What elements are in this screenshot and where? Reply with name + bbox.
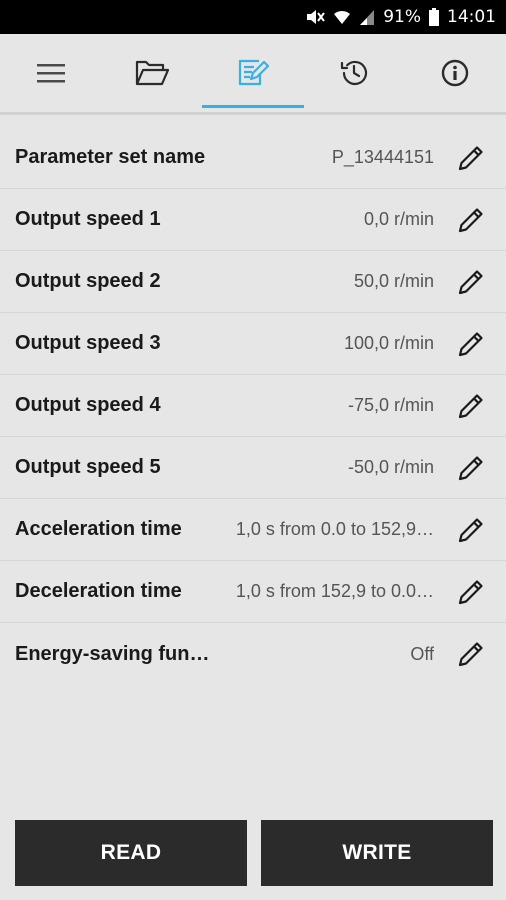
- parameter-label: Output speed 1: [15, 208, 161, 230]
- tab-bar: [0, 34, 506, 112]
- parameter-row-acceleration-time[interactable]: Acceleration time 1,0 s from 0.0 to 152,…: [0, 499, 506, 561]
- pencil-icon[interactable]: [450, 633, 492, 675]
- parameter-value: 1,0 s from 0.0 to 152,9…: [235, 519, 434, 539]
- clock: 14:01: [447, 7, 496, 27]
- pencil-icon[interactable]: [450, 137, 492, 179]
- history-icon: [339, 58, 369, 88]
- tab-info[interactable]: [405, 34, 506, 112]
- pencil-icon[interactable]: [450, 323, 492, 365]
- parameter-label: Output speed 2: [15, 270, 161, 292]
- parameter-value: -75,0 r/min: [347, 395, 434, 415]
- parameter-row-output-speed-3[interactable]: Output speed 3 100,0 r/min: [0, 313, 506, 375]
- parameter-value: 1,0 s from 152,9 to 0.0…: [235, 581, 434, 601]
- write-button[interactable]: WRITE: [261, 820, 493, 886]
- parameter-value: 0,0 r/min: [363, 209, 434, 229]
- pencil-icon[interactable]: [450, 385, 492, 427]
- tab-open[interactable]: [101, 34, 202, 112]
- parameter-row-set-name[interactable]: Parameter set name P_13444151: [0, 127, 506, 189]
- parameter-label: Output speed 4: [15, 394, 161, 416]
- wifi-icon: [333, 8, 351, 26]
- pencil-icon[interactable]: [450, 509, 492, 551]
- parameter-row-output-speed-1[interactable]: Output speed 1 0,0 r/min: [0, 189, 506, 251]
- parameter-label: Output speed 3: [15, 332, 161, 354]
- parameter-label: Deceleration time: [15, 580, 182, 602]
- parameter-value: 50,0 r/min: [353, 271, 434, 291]
- tab-history[interactable]: [304, 34, 405, 112]
- parameter-row-energy-saving[interactable]: Energy-saving fun… Off: [0, 623, 506, 685]
- parameter-value: P_13444151: [331, 147, 434, 167]
- parameter-row-deceleration-time[interactable]: Deceleration time 1,0 s from 152,9 to 0.…: [0, 561, 506, 623]
- parameter-row-output-speed-5[interactable]: Output speed 5 -50,0 r/min: [0, 437, 506, 499]
- parameter-row-output-speed-2[interactable]: Output speed 2 50,0 r/min: [0, 251, 506, 313]
- parameter-label: Parameter set name: [15, 146, 206, 168]
- parameter-list: Parameter set name P_13444151 Output spe…: [0, 127, 506, 685]
- tab-bar-divider: [0, 112, 506, 115]
- pencil-icon[interactable]: [450, 447, 492, 489]
- parameter-label: Energy-saving fun…: [15, 642, 210, 665]
- pencil-icon[interactable]: [450, 571, 492, 613]
- status-bar: 91% 14:01: [0, 0, 506, 34]
- signal-icon: [359, 8, 375, 26]
- folder-open-icon: [135, 59, 169, 87]
- parameter-value: Off: [410, 643, 434, 664]
- read-button[interactable]: READ: [15, 820, 247, 886]
- tab-menu[interactable]: [0, 34, 101, 112]
- battery-percent: 91%: [383, 7, 421, 27]
- edit-parameters-icon: [237, 58, 269, 88]
- parameter-label: Acceleration time: [15, 518, 182, 540]
- parameter-value: 100,0 r/min: [343, 333, 434, 353]
- parameter-label: Output speed 5: [15, 456, 161, 478]
- battery-icon: [429, 8, 439, 26]
- mute-icon: [305, 8, 326, 26]
- pencil-icon[interactable]: [450, 199, 492, 241]
- info-icon: [441, 59, 469, 87]
- pencil-icon[interactable]: [450, 261, 492, 303]
- tab-edit-parameters[interactable]: [202, 34, 304, 112]
- parameter-row-output-speed-4[interactable]: Output speed 4 -75,0 r/min: [0, 375, 506, 437]
- parameter-value: -50,0 r/min: [347, 457, 434, 477]
- active-tab-indicator: [202, 105, 304, 108]
- menu-icon: [36, 62, 65, 84]
